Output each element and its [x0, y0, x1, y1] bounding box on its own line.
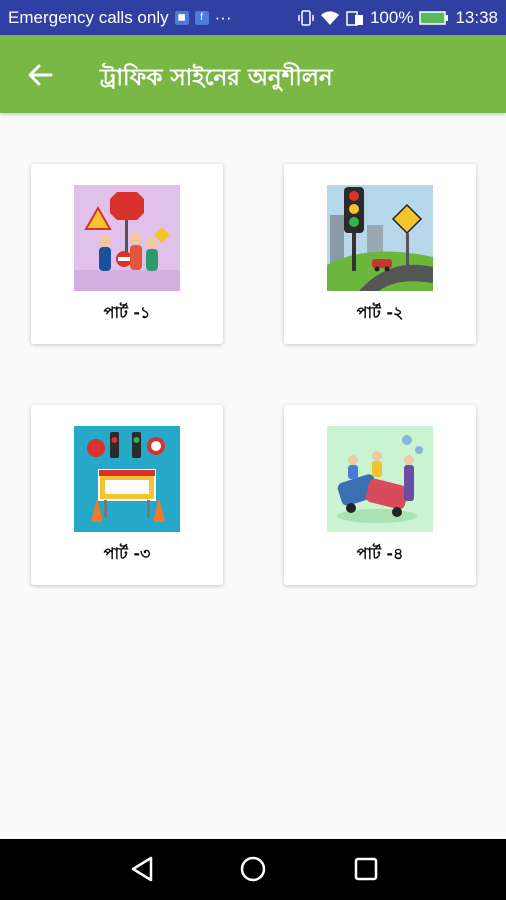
part-4-thumbnail	[327, 426, 433, 532]
battery-percent: 100%	[369, 8, 414, 27]
part-2-thumbnail	[327, 185, 433, 291]
battery-icon	[419, 11, 449, 25]
page-title: ট্রাফিক সাইনের অনুশীলন	[100, 65, 333, 91]
nav-back-button[interactable]	[122, 851, 162, 887]
navigation-bar	[0, 839, 506, 900]
home-circle-icon	[240, 856, 266, 882]
facebook-icon: f	[194, 11, 209, 25]
app-bar: ট্রাফিক সাইনের অনুশীলন	[0, 35, 506, 113]
part-3-card[interactable]: পার্ট -৩	[31, 405, 223, 585]
vibrate-icon	[298, 10, 314, 26]
part-1-label: পার্ট -১	[103, 303, 151, 322]
back-triangle-icon	[131, 856, 153, 882]
status-left: Emergency calls only ◼ f ···	[8, 8, 232, 28]
part-3-thumbnail	[74, 426, 180, 532]
arrow-back-icon	[28, 64, 53, 86]
part-2-label: পার্ট -২	[356, 303, 404, 322]
more-notifications-icon: ···	[214, 8, 232, 27]
part-4-card[interactable]: পার্ট -৪	[284, 405, 476, 585]
part-1-card[interactable]: পার্ট -১	[31, 164, 223, 344]
wifi-icon	[320, 11, 339, 25]
nav-home-button[interactable]	[233, 851, 273, 887]
recents-square-icon	[354, 857, 378, 881]
app-notification-icon: ◼	[174, 11, 189, 25]
status-bar: Emergency calls only ◼ f ··· 100% 13:38	[0, 0, 506, 35]
sim-icon	[346, 11, 363, 26]
part-1-thumbnail	[74, 185, 180, 291]
part-3-label: পার্ট -৩	[103, 544, 151, 563]
part-2-card[interactable]: পার্ট -২	[284, 164, 476, 344]
carrier-text: Emergency calls only	[8, 8, 169, 27]
clock: 13:38	[455, 8, 498, 27]
part-4-label: পার্ট -৪	[356, 544, 404, 563]
status-right: 100% 13:38	[298, 8, 498, 28]
back-button[interactable]	[18, 53, 62, 97]
nav-recents-button[interactable]	[346, 851, 386, 887]
